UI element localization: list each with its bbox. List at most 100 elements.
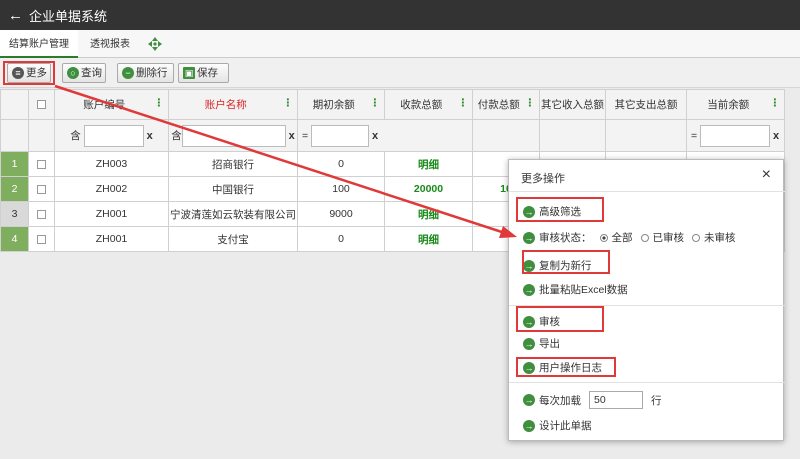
filter-op: =	[302, 129, 309, 142]
delete-row-label: 删除行	[136, 67, 168, 79]
cell-initial[interactable]: 100	[297, 176, 385, 202]
cell-receipts[interactable]: 20000	[384, 176, 473, 202]
col-other-income[interactable]: 其它收入总额	[539, 89, 606, 120]
cell-code[interactable]: ZH003	[54, 151, 169, 177]
status-unreviewed-label[interactable]: 未审核	[704, 230, 736, 245]
annotation-box-user-log	[516, 357, 616, 377]
col-label: 当前余额	[707, 99, 750, 111]
col-label: 付款总额	[477, 99, 520, 111]
divider	[509, 382, 785, 383]
tab-pivot-report[interactable]: 透视报表	[90, 30, 130, 58]
cell-initial[interactable]: 0	[297, 226, 385, 252]
filter-clear[interactable]: x	[147, 129, 153, 141]
arrow-left-icon[interactable]: ←	[8, 7, 23, 24]
filter-account-code: 含 x	[54, 119, 169, 152]
col-initial-balance[interactable]: 期初余额 ⋮	[297, 89, 385, 120]
tab-bar: 结算账户管理 透视报表	[0, 30, 800, 58]
detail-link[interactable]: 明细	[384, 151, 473, 177]
row-checkbox[interactable]	[37, 159, 46, 169]
close-icon[interactable]: ×	[762, 166, 771, 184]
design-item[interactable]: → 设计此单据	[523, 418, 592, 433]
query-button[interactable]: ○ 查询	[62, 63, 106, 83]
row-checkbox[interactable]	[37, 234, 46, 244]
filter-op: =	[691, 129, 698, 142]
col-current-balance[interactable]: 当前余额 ⋮	[686, 89, 785, 120]
review-status-label: 审核状态：	[539, 232, 592, 244]
query-label: 查询	[81, 67, 102, 79]
col-menu-icon[interactable]: ⋮	[370, 97, 381, 109]
export-label: 导出	[539, 338, 560, 350]
col-receipts-total[interactable]: 收款总额 ⋮	[384, 89, 473, 120]
cell-code[interactable]: ZH001	[54, 201, 169, 227]
annotation-box-review	[516, 306, 604, 332]
cell-initial[interactable]: 9000	[297, 201, 385, 227]
row-checkbox-cell	[28, 226, 55, 252]
select-all-checkbox[interactable]	[37, 100, 46, 110]
detail-link[interactable]: 明细	[384, 201, 473, 227]
col-account-name[interactable]: 账户名称 ⋮	[168, 89, 298, 120]
row-number: 3	[0, 201, 29, 227]
cell-code[interactable]: ZH002	[54, 176, 169, 202]
load-count-input[interactable]: 50	[589, 391, 643, 409]
col-label: 期初余额	[312, 99, 355, 111]
cell-name[interactable]: 宁波清莲如云软装有限公司	[168, 201, 298, 227]
filter-blank	[539, 119, 606, 152]
col-menu-icon[interactable]: ⋮	[458, 97, 469, 109]
col-label: 收款总额	[400, 99, 443, 111]
review-status-item: → 审核状态： 全部 已审核 未审核	[523, 230, 736, 245]
annotation-box-advanced-filter	[516, 197, 604, 222]
load-unit-label: 行	[651, 394, 662, 407]
status-unreviewed-radio[interactable]	[692, 233, 700, 242]
col-menu-icon[interactable]: ⋮	[770, 97, 781, 109]
annotation-box-copy-row	[522, 250, 610, 274]
cell-name[interactable]: 支付宝	[168, 226, 298, 252]
col-other-expense[interactable]: 其它支出总额	[605, 89, 687, 120]
divider	[509, 191, 785, 192]
status-reviewed-radio[interactable]	[640, 233, 649, 242]
app-title: 企业单据系统	[29, 8, 108, 24]
filter-account-name: 含 x	[168, 119, 298, 152]
design-label: 设计此单据	[539, 420, 592, 432]
annotation-box-more	[3, 61, 55, 85]
row-checkbox[interactable]	[37, 184, 46, 194]
col-label: 其它收入总额	[541, 99, 604, 111]
col-menu-icon[interactable]: ⋮	[283, 97, 294, 109]
minus-icon: −	[122, 67, 134, 79]
filter-clear[interactable]: x	[289, 129, 295, 141]
row-number: 2	[0, 176, 29, 202]
arrow-right-circle-icon: →	[523, 419, 535, 432]
col-menu-icon[interactable]: ⋮	[154, 97, 165, 109]
filter-clear[interactable]: x	[773, 129, 779, 141]
export-item[interactable]: → 导出	[523, 336, 560, 351]
filter-current-balance: = x	[686, 119, 785, 152]
move-arrows-icon[interactable]	[148, 37, 162, 51]
delete-row-button[interactable]: − 删除行	[117, 63, 174, 83]
arrow-right-circle-icon: →	[523, 231, 535, 244]
filter-name-input[interactable]	[181, 124, 286, 147]
save-button[interactable]: ▣ 保存	[178, 63, 229, 83]
filter-clear[interactable]: x	[372, 129, 378, 141]
batch-paste-item[interactable]: → 批量粘贴Excel数据	[523, 282, 628, 297]
cell-name[interactable]: 中国银行	[168, 176, 298, 202]
select-all-cell	[28, 89, 55, 120]
filter-current-input[interactable]	[700, 124, 771, 147]
arrow-right-circle-icon: →	[523, 283, 535, 296]
cell-code[interactable]: ZH001	[54, 226, 169, 252]
toolbar: ≡ 更多 ○ 查询 − 删除行 ▣ 保存	[0, 58, 800, 88]
filter-balance-input[interactable]	[311, 124, 370, 147]
col-label: 账户名称	[204, 99, 247, 111]
cell-initial[interactable]: 0	[297, 151, 385, 177]
col-menu-icon[interactable]: ⋮	[525, 97, 536, 109]
filter-code-input[interactable]	[83, 124, 144, 147]
tab-settlement-accounts[interactable]: 结算账户管理	[0, 30, 78, 58]
status-reviewed-label[interactable]: 已审核	[653, 230, 685, 245]
col-payments-total[interactable]: 付款总额 ⋮	[472, 89, 540, 120]
filter-blank	[472, 119, 540, 152]
status-all-label[interactable]: 全部	[612, 230, 633, 245]
col-account-code[interactable]: 账户编号 ⋮	[54, 89, 169, 120]
detail-link[interactable]: 明细	[384, 226, 473, 252]
cell-name[interactable]: 招商银行	[168, 151, 298, 177]
status-all-radio[interactable]	[599, 233, 608, 242]
arrow-right-circle-icon: →	[523, 394, 535, 406]
row-checkbox[interactable]	[37, 209, 46, 219]
